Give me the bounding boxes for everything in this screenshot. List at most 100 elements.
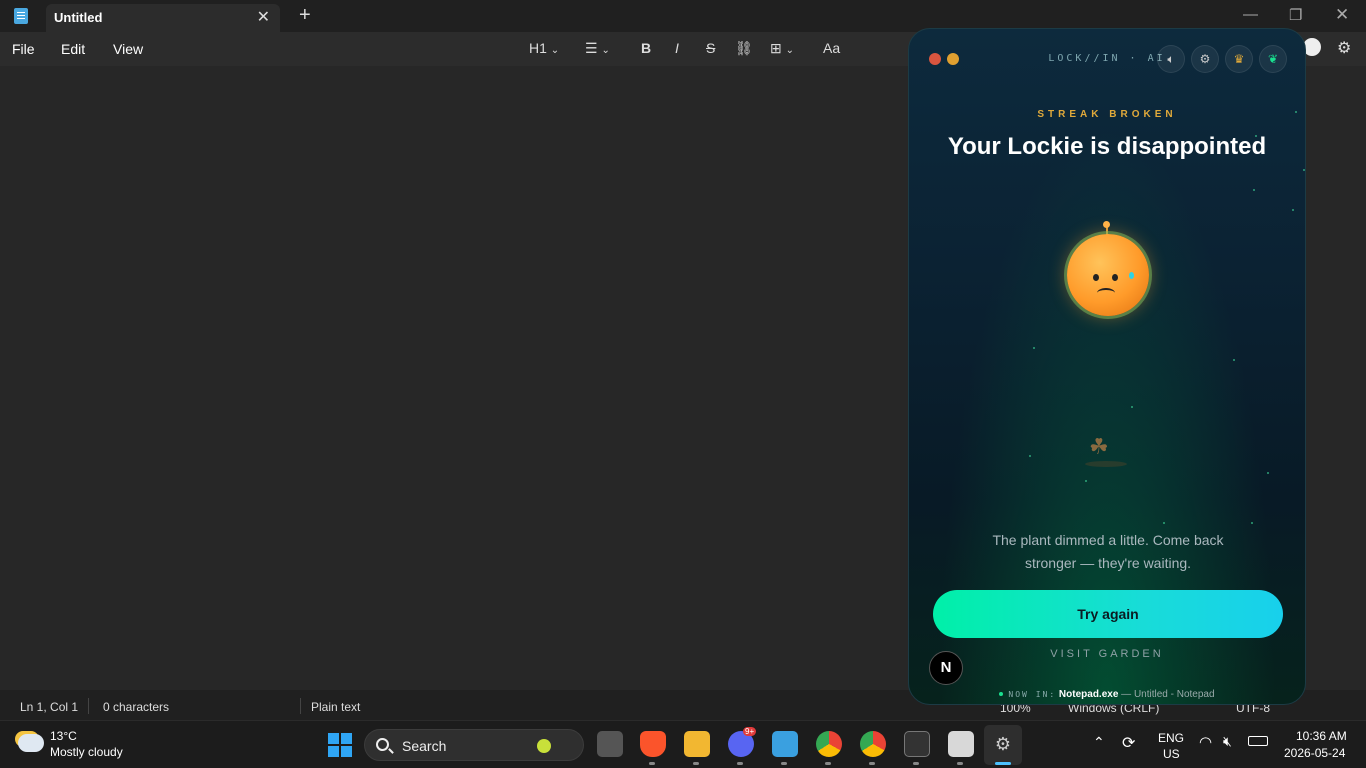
chevron-up-icon[interactable]: ⌃ xyxy=(1093,734,1105,751)
brave-browser-icon[interactable] xyxy=(640,731,666,757)
character-count: 0 characters xyxy=(103,700,170,714)
chrome-icon[interactable] xyxy=(860,731,886,757)
divider xyxy=(300,698,301,714)
now-in-indicator: NOW IN: Notepad.exe — Untitled - Notepad xyxy=(909,689,1305,700)
mascot-frown xyxy=(1097,288,1115,298)
cursor-position: Ln 1, Col 1 xyxy=(20,700,79,714)
wifi-icon[interactable]: ◠ xyxy=(1199,733,1212,751)
running-indicator xyxy=(869,762,875,765)
now-in-app: Notepad.exe xyxy=(1058,689,1119,700)
task-view-icon[interactable] xyxy=(597,731,623,757)
discord-badge: 9+ xyxy=(743,727,757,736)
snipping-tool-icon[interactable] xyxy=(948,731,974,757)
chevron-down-icon: ⌄ xyxy=(785,45,795,56)
star-decoration xyxy=(1295,111,1297,113)
lockin-gear-icon[interactable]: ⚙ xyxy=(990,731,1016,757)
search-placeholder: Search xyxy=(402,738,447,754)
taskbar: 13°C Mostly cloudy Search 9+ ⚙ ⌃ ⟳ ENG U… xyxy=(0,720,1366,768)
heading-label: H1 xyxy=(529,40,547,56)
notepad-icon[interactable] xyxy=(772,731,798,757)
star-decoration xyxy=(1292,209,1294,211)
close-window-button[interactable]: ✕ xyxy=(1335,5,1349,25)
start-windows-icon[interactable] xyxy=(328,733,352,757)
star-decoration xyxy=(1085,480,1087,482)
heading-dropdown[interactable]: H1 ⌄ xyxy=(529,40,559,56)
language-top[interactable]: ENG xyxy=(1158,731,1184,745)
speaker-icon[interactable]: 🔈︎ xyxy=(1157,45,1185,73)
settings-gear-icon[interactable]: ⚙ xyxy=(1337,38,1351,58)
menu-file[interactable]: File xyxy=(12,41,35,57)
running-indicator xyxy=(737,762,743,765)
minimize-button[interactable]: — xyxy=(1243,6,1258,23)
visit-garden-link[interactable]: VISIT GARDEN xyxy=(909,648,1305,660)
running-indicator xyxy=(825,762,831,765)
list-icon: ☰ xyxy=(585,40,598,56)
chrome-profile-a-icon[interactable] xyxy=(816,731,842,757)
running-indicator xyxy=(781,762,787,765)
star-decoration xyxy=(1253,189,1255,191)
language-bottom[interactable]: US xyxy=(1163,747,1180,761)
spellcheck-icon[interactable]: Aa xyxy=(823,40,840,56)
weather-cloud-icon[interactable] xyxy=(18,734,44,752)
star-decoration xyxy=(1163,522,1165,524)
streak-status: STREAK BROKEN xyxy=(1037,109,1177,120)
gear-icon[interactable]: ⚙ xyxy=(1191,45,1219,73)
lockie-mascot xyxy=(1067,234,1149,316)
encouragement-message: The plant dimmed a little. Come back str… xyxy=(992,532,1224,571)
active-indicator xyxy=(995,762,1011,765)
taskbar-search[interactable]: Search xyxy=(364,729,584,761)
search-icon xyxy=(376,738,389,751)
trophy-icon[interactable]: ♛ xyxy=(1225,45,1253,73)
menu-edit[interactable]: Edit xyxy=(61,41,85,57)
table-dropdown[interactable]: ⊞ ⌄ xyxy=(770,40,794,57)
star-decoration xyxy=(1029,455,1031,457)
restore-button[interactable]: ❐ xyxy=(1289,6,1302,24)
try-again-button[interactable]: Try again xyxy=(933,590,1283,638)
star-decoration xyxy=(1131,406,1133,408)
tennis-icon xyxy=(537,739,551,753)
chevron-down-icon: ⌄ xyxy=(601,45,610,56)
mascot-eye xyxy=(1112,274,1118,281)
volume-muted-icon[interactable]: 🔇︎ xyxy=(1223,733,1232,750)
battery-icon[interactable] xyxy=(1248,736,1268,746)
now-in-label: NOW IN: xyxy=(1008,690,1057,699)
strikethrough-button[interactable]: S xyxy=(706,40,715,56)
star-decoration xyxy=(1251,522,1253,524)
cube-app-icon[interactable] xyxy=(904,731,930,757)
list-dropdown[interactable]: ☰ ⌄ xyxy=(585,40,610,57)
file-explorer-icon[interactable] xyxy=(684,731,710,757)
star-decoration xyxy=(1033,347,1035,349)
star-decoration xyxy=(1303,169,1305,171)
bold-button[interactable]: B xyxy=(641,40,651,56)
running-indicator xyxy=(649,762,655,765)
mascot-tear xyxy=(1129,272,1134,279)
plant-icon: ☘ xyxy=(1089,434,1109,459)
star-decoration xyxy=(1267,472,1269,474)
tab-untitled[interactable]: Untitled ✕ xyxy=(46,4,280,32)
star-decoration xyxy=(1233,359,1235,361)
lockin-widget: LOCK//IN · AI 🔈︎ ⚙ ♛ ❦ STREAK BROKEN You… xyxy=(908,28,1306,705)
live-dot xyxy=(999,692,1004,697)
sync-icon[interactable]: ⟳ xyxy=(1122,733,1135,753)
mascot-eye xyxy=(1093,274,1099,281)
tab-title: Untitled xyxy=(54,10,103,25)
n-badge[interactable]: N xyxy=(929,651,963,685)
clock-date[interactable]: 2026-05-24 xyxy=(1284,746,1345,760)
star-decoration xyxy=(1255,135,1257,137)
clock-time[interactable]: 10:36 AM xyxy=(1296,729,1347,743)
italic-button[interactable]: I xyxy=(675,40,679,56)
mascot-antenna-tip xyxy=(1103,221,1110,228)
link-icon[interactable]: ⛓ xyxy=(735,40,753,57)
leaf-icon[interactable]: ❦ xyxy=(1259,45,1287,73)
weather-description[interactable]: Mostly cloudy xyxy=(50,745,123,759)
tab-close-icon[interactable]: ✕ xyxy=(257,7,270,27)
menu-view[interactable]: View xyxy=(113,41,143,57)
table-icon: ⊞ xyxy=(770,40,782,56)
text-format[interactable]: Plain text xyxy=(311,700,360,714)
running-indicator xyxy=(913,762,919,765)
notepad-app-icon xyxy=(14,8,28,24)
weather-temperature[interactable]: 13°C xyxy=(50,729,77,743)
chevron-down-icon: ⌄ xyxy=(550,45,560,56)
new-tab-button[interactable]: + xyxy=(299,4,311,27)
now-in-window: — Untitled - Notepad xyxy=(1121,689,1215,700)
